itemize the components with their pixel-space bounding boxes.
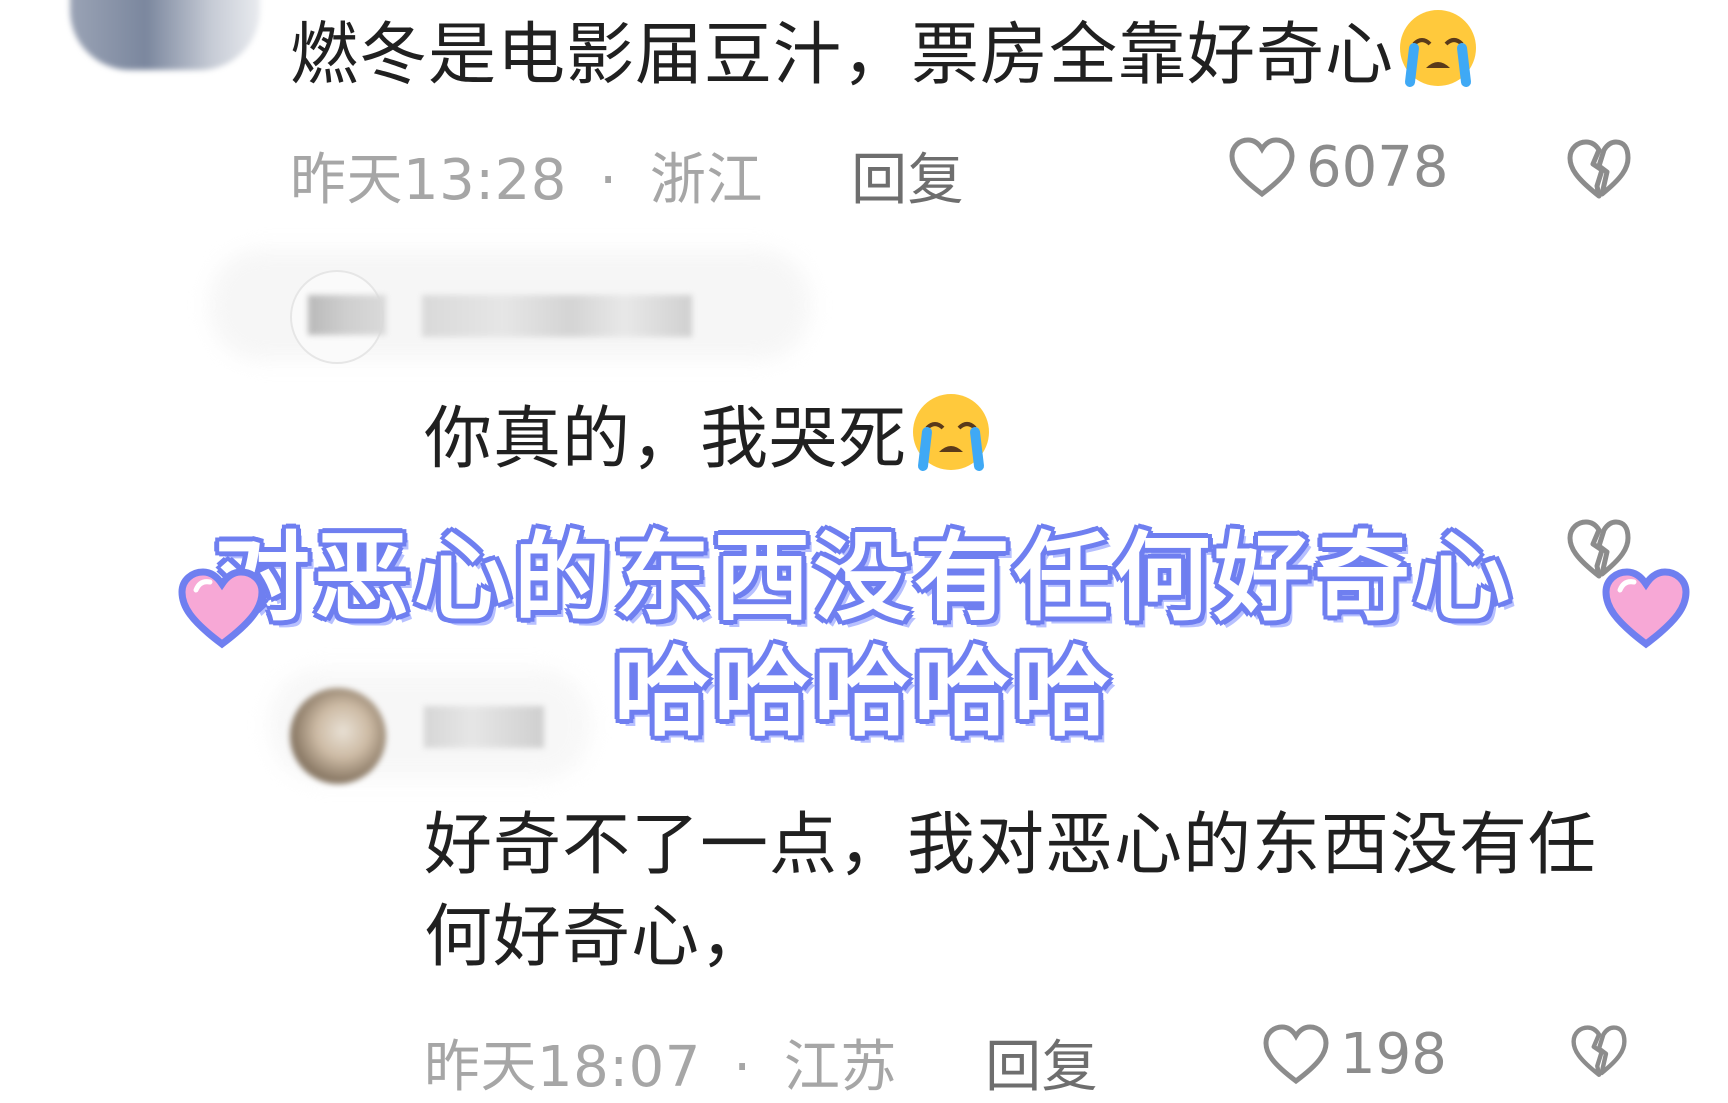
broken-heart-icon[interactable] [1566,1024,1632,1080]
comment-time: 昨天13:28 [290,148,567,213]
comment-text: 燃冬是电影届豆汁，票房全靠好奇心 [290,6,1480,102]
username-blurred[interactable] [422,295,692,337]
loudly-crying-emoji-icon [1400,10,1477,87]
broken-heart-icon[interactable] [1566,138,1632,202]
reply-text: 好奇不了一点，我对恶心的东西没有任何好奇心， [424,800,1664,984]
reply-button[interactable]: 回复 [851,148,964,213]
pink-heart-icon [178,568,266,649]
like-count: 198 [1340,1022,1447,1087]
reply-body: 好奇不了一点，我对恶心的东西没有任何好奇心， [424,806,1598,977]
comment-location: 江苏 [783,1035,897,1100]
like-button[interactable]: 6078 [1228,135,1449,200]
like-button[interactable]: 198 [1262,1022,1447,1087]
comment-meta: 昨天18:07 · 江苏 回复 [424,1022,1098,1103]
reply-button[interactable]: 回复 [985,1035,1098,1100]
comment-meta: 昨天13:28 · 浙江 回复 [290,135,964,216]
avatar[interactable] [70,0,260,70]
username-blurred[interactable] [308,295,386,335]
heart-outline-icon [1263,1023,1329,1084]
comment-body: 燃冬是电影届豆汁，票房全靠好奇心 [290,16,1395,95]
reply-body: 你真的，我哭死 [424,400,908,479]
loudly-crying-emoji-icon [913,394,990,471]
pink-heart-icon [1602,568,1690,649]
reply-text: 你真的，我哭死 [424,390,993,486]
heart-outline-icon [1229,136,1295,197]
comment-time: 昨天18:07 [424,1035,701,1100]
comment-location: 浙江 [649,148,763,213]
meta-separator: · [599,148,618,213]
like-count: 6078 [1306,135,1449,200]
meta-separator: · [733,1035,752,1100]
